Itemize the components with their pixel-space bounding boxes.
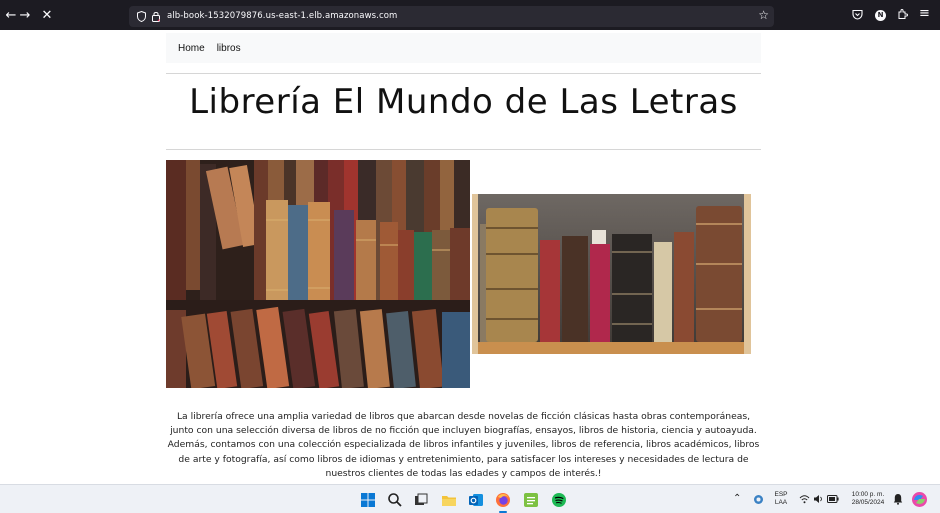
url-text: alb-book-1532079876.us-east-1.elb.amazon… xyxy=(167,11,398,21)
firefox-icon[interactable] xyxy=(495,492,511,508)
shield-icon xyxy=(137,11,146,22)
store-description: La librería ofrece una amplia variedad d… xyxy=(167,411,760,479)
volume-icon[interactable] xyxy=(813,494,824,504)
url-bar[interactable]: alb-book-1532079876.us-east-1.elb.amazon… xyxy=(129,6,774,27)
star-icon[interactable]: ☆ xyxy=(758,8,769,22)
page-title: Librería El Mundo de Las Letras xyxy=(189,82,738,122)
lock-icon[interactable] xyxy=(152,11,160,22)
chevron-up-icon[interactable]: ⌃ xyxy=(733,493,741,504)
extensions-icon[interactable] xyxy=(897,9,908,20)
taskbar: ⌃ ESP LAA 10:00 p. m. 28/05/2024 xyxy=(0,484,940,513)
keyboard-layout: LAA xyxy=(774,499,788,506)
search-icon[interactable] xyxy=(387,492,403,508)
page-content: Home libros Librería El Mundo de Las Let… xyxy=(0,30,940,484)
nav-home-link[interactable]: Home xyxy=(178,43,205,54)
pocket-icon[interactable] xyxy=(852,9,863,20)
nav-libros-link[interactable]: libros xyxy=(217,43,241,54)
clock[interactable]: 10:00 p. m. 28/05/2024 xyxy=(845,491,891,507)
windows-start-icon[interactable] xyxy=(360,492,376,508)
bookshelf-image xyxy=(166,160,470,388)
clock-date: 28/05/2024 xyxy=(851,499,885,506)
file-explorer-icon[interactable] xyxy=(441,492,457,508)
spotify-icon[interactable] xyxy=(551,492,567,508)
navbar: Home libros xyxy=(166,33,761,63)
battery-icon[interactable] xyxy=(827,495,839,503)
close-icon[interactable]: ✕ xyxy=(36,8,58,23)
copilot-icon[interactable] xyxy=(911,491,928,508)
notepad-plus-icon[interactable] xyxy=(523,492,539,508)
clock-time: 10:00 p. m. xyxy=(851,491,885,498)
task-view-icon[interactable] xyxy=(413,492,429,508)
divider xyxy=(166,73,761,74)
wifi-icon[interactable] xyxy=(799,494,810,504)
menu-icon[interactable]: ≡ xyxy=(919,6,930,21)
antique-books-image xyxy=(472,194,751,354)
notification-bell-icon[interactable] xyxy=(893,493,903,505)
outlook-icon[interactable] xyxy=(468,492,484,508)
copilot-tray-icon[interactable] xyxy=(753,494,764,505)
forward-icon[interactable]: → xyxy=(14,8,36,23)
account-avatar[interactable]: N xyxy=(875,10,886,21)
language-code: ESP xyxy=(774,491,788,498)
divider xyxy=(166,149,761,150)
language-indicator[interactable]: ESP LAA xyxy=(770,491,792,507)
browser-toolbar: ← → ✕ alb-book-1532079876.us-east-1.elb.… xyxy=(0,0,940,30)
